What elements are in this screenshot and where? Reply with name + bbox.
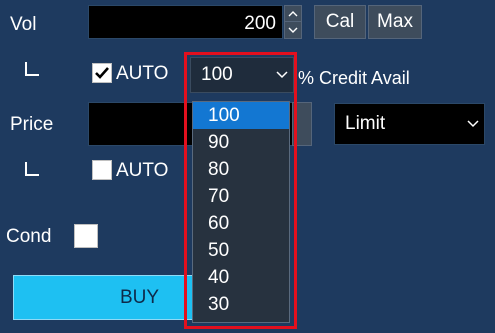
checkmark-icon [95,67,109,79]
vol-label: Vol [10,14,37,35]
price-spinner[interactable] [292,102,312,146]
dropdown-option[interactable]: 90 [193,129,289,156]
spin-down-icon[interactable] [285,22,301,38]
price-auto-label: AUTO [116,160,169,181]
price-auto-checkbox[interactable] [92,160,112,180]
chevron-down-icon[interactable] [462,104,484,144]
spin-up-icon[interactable] [285,6,301,22]
vol-spinner[interactable] [284,5,302,39]
dropdown-option[interactable]: 30 [193,291,289,318]
cal-button[interactable]: Cal [314,5,366,39]
chevron-down-icon[interactable] [271,58,293,92]
credit-select-value: 100 [201,64,233,85]
vol-auto-elbow [25,62,39,76]
vol-auto-checkbox[interactable] [92,63,112,83]
cond-label: Cond [6,226,52,247]
cond-checkbox[interactable] [74,224,98,248]
credit-avail-label: % Credit Avail [298,68,410,88]
order-type-value: Limit [345,113,386,134]
dropdown-option[interactable]: 100 [193,102,289,129]
vol-input[interactable]: 200 [88,5,283,39]
dropdown-option[interactable]: 40 [193,264,289,291]
credit-select[interactable]: 100 [190,57,294,93]
vol-auto-label: AUTO [116,63,169,84]
price-auto-elbow [25,162,39,176]
price-label: Price [10,114,54,135]
order-type-select[interactable]: Limit [334,103,485,145]
dropdown-option[interactable]: 50 [193,237,289,264]
max-button[interactable]: Max [368,5,422,39]
dropdown-option[interactable]: 80 [193,156,289,183]
vol-input-value: 200 [244,13,276,34]
dropdown-option[interactable]: 70 [193,183,289,210]
credit-dropdown-list[interactable]: 100 90 80 70 60 50 40 30 [192,101,290,323]
dropdown-option[interactable]: 60 [193,210,289,237]
